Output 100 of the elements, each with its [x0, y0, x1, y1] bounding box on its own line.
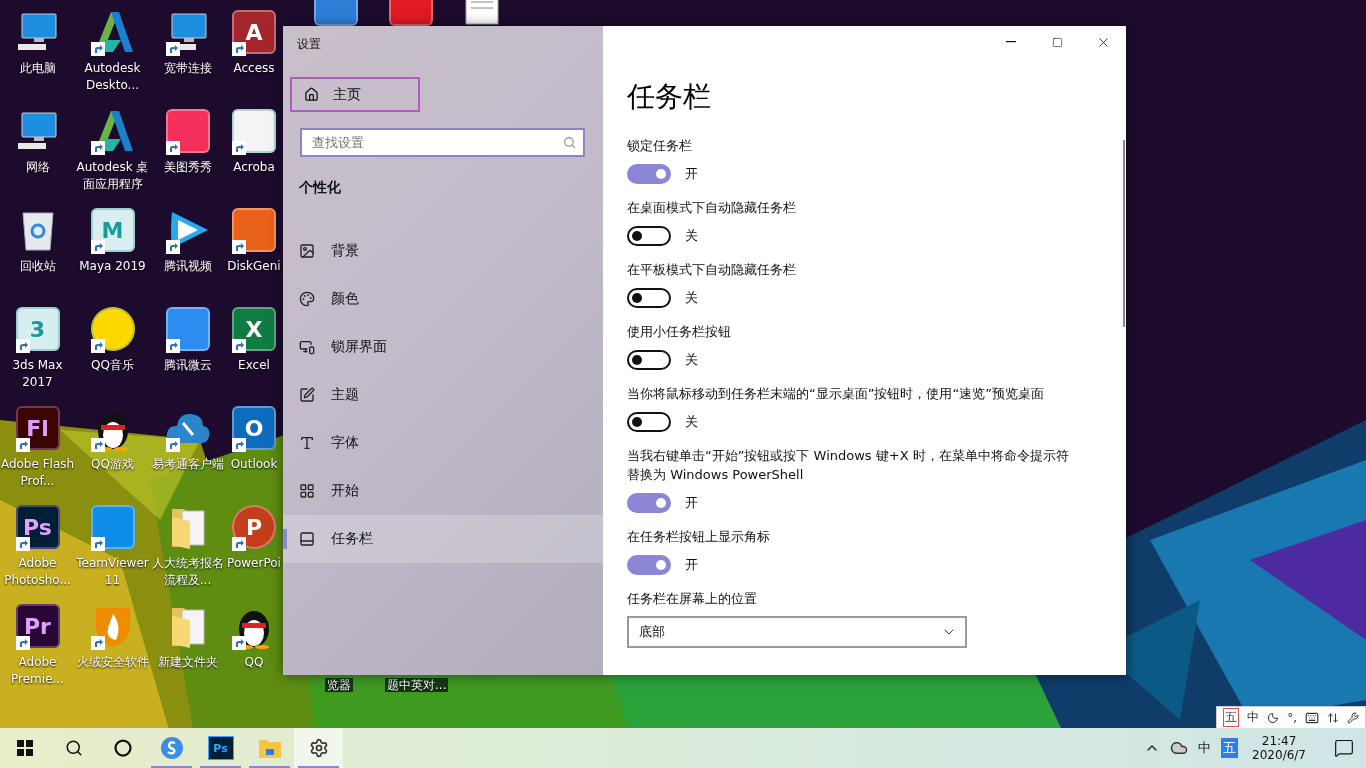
search-field[interactable]: 查找设置 [300, 128, 585, 157]
wrench-icon[interactable] [1347, 711, 1359, 724]
input-method-indicator[interactable]: 五 [1221, 738, 1239, 758]
computer-icon [15, 12, 60, 52]
browser-logo-icon [159, 736, 184, 760]
toggle-state: 开 [685, 556, 698, 574]
desktop-icon-label[interactable]: Autodesk 桌面应用程序 [75, 159, 150, 193]
screen-icon [299, 339, 315, 355]
page-title: 任务栏 [627, 79, 712, 115]
setting-label: 在桌面模式下自动隐藏任务栏 [627, 199, 797, 217]
font-icon [299, 435, 315, 451]
nav-item[interactable]: 开始 [283, 467, 603, 515]
app-tile-icon: X [232, 307, 276, 351]
desktop-icon-label[interactable]: Excel [238, 357, 270, 374]
pen-icon [299, 387, 315, 403]
desktop-icon-label[interactable]: DiskGeni [227, 258, 281, 275]
clock[interactable]: 21:47 2020/6/7 [1252, 734, 1306, 762]
setting-label: 使用小任务栏按钮 [627, 323, 732, 341]
position-dropdown[interactable]: 底部 [627, 616, 967, 648]
windows-logo-icon [16, 740, 33, 756]
picture-icon [299, 243, 315, 259]
maximize-icon [1051, 36, 1063, 48]
nav-item[interactable]: 背景 [283, 227, 603, 275]
nav-item[interactable]: 主题 [283, 371, 603, 419]
desktop-icon-label[interactable]: 览器 [325, 678, 353, 692]
desktop-icon-label[interactable]: 腾讯视频 [163, 258, 212, 275]
nav-item[interactable]: 颜色 [283, 275, 603, 323]
arrows-icon[interactable] [1327, 711, 1339, 724]
date-text: 2020/6/7 [1252, 748, 1306, 762]
setting-label: 锁定任务栏 [627, 137, 693, 155]
desktop-icon-label[interactable]: PowerPoi [227, 555, 281, 572]
settings-icon [308, 738, 329, 758]
nav-item[interactable]: 字体 [283, 419, 603, 467]
desktop-icon-label[interactable]: Autodesk Deskto... [75, 60, 150, 94]
circle-icon [113, 739, 132, 757]
ime-button[interactable]: 五 [1223, 708, 1240, 727]
minimize-icon [1006, 41, 1016, 43]
notification-icon[interactable] [1334, 738, 1354, 758]
toggle-state: 关 [685, 351, 698, 369]
desktop-icon-label[interactable]: Access [233, 60, 275, 77]
setting-label: 当我右键单击“开始”按钮或按下 Windows 键+X 时，在菜单中将命令提示符替换为 Windows PowerShell [627, 447, 1070, 484]
desktop-icon-label[interactable]: Outlook [230, 456, 278, 473]
desktop-icon-label[interactable]: 腾讯微云 [163, 357, 212, 374]
ime-button[interactable]: 中 [1247, 709, 1260, 726]
window-title: 设置 [297, 36, 322, 53]
folder-icon [257, 737, 282, 759]
toggle-switch[interactable] [627, 164, 671, 184]
desktop-icon-label[interactable]: QQ音乐 [91, 357, 134, 374]
desktop-icon-label[interactable]: 美图秀秀 [163, 159, 212, 176]
home-icon [304, 87, 319, 102]
app-tile-icon: Ps [207, 736, 234, 760]
keyboard-icon[interactable] [1305, 710, 1319, 725]
app-tile-icon: A [232, 10, 276, 54]
desktop-icon-label[interactable]: Acroba [233, 159, 275, 176]
setting-label: 在平板模式下自动隐藏任务栏 [627, 261, 797, 279]
recycle-bin-icon [20, 209, 55, 251]
taskbar-button[interactable] [294, 728, 343, 768]
desktop-icon-label[interactable]: 新建文件夹 [157, 654, 218, 671]
desktop-icon-label[interactable]: Maya 2019 [79, 258, 146, 275]
desktop-icon-label[interactable]: 人大统考报名流程及... [150, 555, 225, 589]
taskbar-button[interactable]: Ps [196, 728, 245, 768]
nav-item[interactable]: 任务栏 [283, 515, 603, 563]
setting-label: 任务栏在屏幕上的位置 [627, 590, 758, 608]
search-icon [64, 739, 83, 757]
time-text: 21:47 [1261, 734, 1297, 748]
toggle-switch[interactable] [627, 555, 671, 575]
desktop-icon-label[interactable]: QQ [244, 654, 264, 671]
app-tile-icon: O [232, 406, 276, 450]
nav-item[interactable]: 锁屏界面 [283, 323, 603, 371]
computer-icon [15, 111, 60, 151]
toggle-state: 关 [685, 413, 698, 431]
desktop-icon-label[interactable]: 题中英对... [385, 678, 449, 692]
toggle-state: 开 [685, 165, 698, 183]
cloud-logo-icon [164, 411, 211, 445]
input-method-indicator[interactable]: 中 [1198, 739, 1212, 757]
taskbar-icon [299, 531, 315, 547]
grid-icon [299, 483, 315, 499]
toggle-state: 关 [685, 227, 698, 245]
toggle-switch[interactable] [627, 226, 671, 246]
toggle-state: 开 [685, 494, 698, 512]
setting-label: 当你将鼠标移动到任务栏末端的“显示桌面”按钮时，使用“速览”预览桌面 [627, 385, 1045, 403]
palette-icon [299, 291, 315, 307]
toggle-switch[interactable] [627, 288, 671, 308]
section-heading: 个性化 [299, 179, 342, 197]
desktop-icon-label[interactable]: 3ds Max 2017 [0, 357, 75, 391]
ime-button[interactable]: °, [1287, 710, 1297, 725]
toggle-switch[interactable] [627, 412, 671, 432]
cloud-icon[interactable] [1170, 739, 1189, 757]
desktop-icon-label[interactable]: 回收站 [19, 258, 56, 275]
desktop-icon-label[interactable]: 宽带连接 [163, 60, 212, 77]
search-icon [563, 136, 576, 149]
setting-label: 在任务栏按钮上显示角标 [627, 528, 771, 546]
toggle-switch[interactable] [627, 493, 671, 513]
scrollbar[interactable] [1123, 140, 1125, 327]
desktop-icon-label[interactable]: 此电脑 [19, 60, 56, 77]
moon-icon[interactable] [1267, 711, 1280, 724]
toggle-switch[interactable] [627, 350, 671, 370]
home-link[interactable]: 主页 [290, 77, 420, 112]
toggle-state: 关 [685, 289, 698, 307]
desktop-icon-label[interactable]: 网络 [25, 159, 50, 176]
